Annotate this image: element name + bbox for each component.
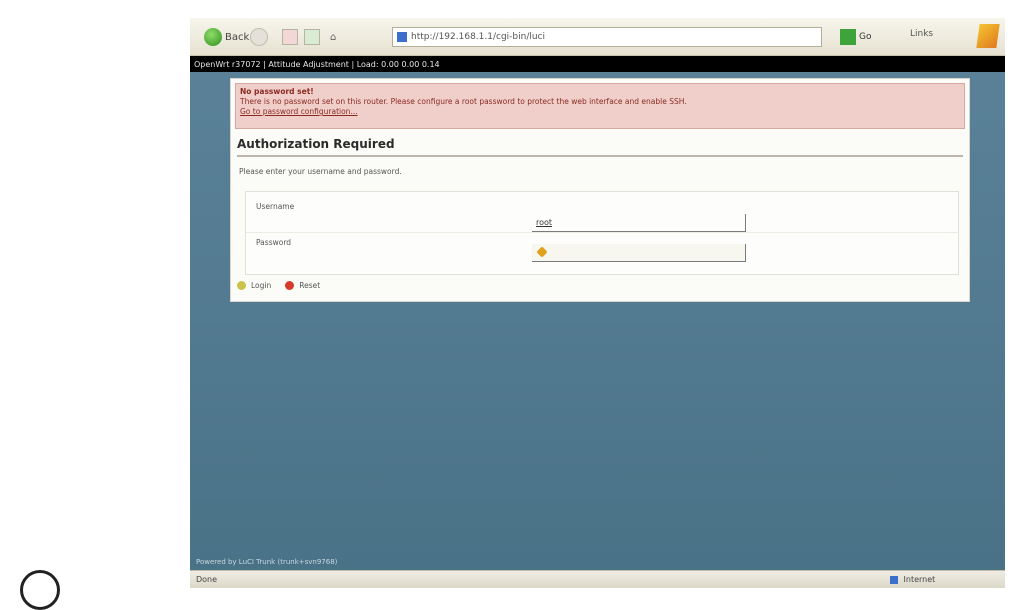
forward-arrow-icon bbox=[250, 28, 268, 46]
reset-label: Reset bbox=[299, 281, 321, 290]
alert-title: No password set! bbox=[240, 87, 314, 96]
links-label[interactable]: Links bbox=[910, 29, 933, 39]
login-panel: No password set! There is no password se… bbox=[230, 78, 970, 302]
home-icon: ⌂ bbox=[330, 31, 337, 43]
back-button[interactable]: Back bbox=[204, 26, 249, 48]
no-password-alert: No password set! There is no password se… bbox=[235, 83, 965, 129]
page-background: No password set! There is no password se… bbox=[190, 72, 1005, 570]
go-button[interactable]: Go bbox=[840, 27, 871, 47]
corner-logo-icon bbox=[20, 570, 60, 610]
username-label: Username bbox=[256, 202, 295, 211]
login-button[interactable]: Login bbox=[237, 281, 271, 290]
page-icon bbox=[397, 32, 407, 42]
globe-icon bbox=[890, 575, 898, 584]
alert-text: There is no password set on this router.… bbox=[240, 97, 687, 106]
login-icon bbox=[237, 281, 246, 290]
password-config-link[interactable]: Go to password configuration... bbox=[240, 107, 960, 117]
router-header-text: OpenWrt r37072 | Attitude Adjustment | L… bbox=[194, 59, 440, 69]
forward-button[interactable] bbox=[250, 26, 268, 48]
home-button[interactable]: ⌂ bbox=[330, 26, 336, 48]
form-row-divider bbox=[246, 232, 958, 233]
go-arrow-icon bbox=[840, 29, 856, 45]
password-field[interactable] bbox=[532, 244, 746, 262]
password-label: Password bbox=[256, 238, 292, 247]
security-zone: Internet bbox=[890, 575, 935, 584]
page-title: Authorization Required bbox=[237, 137, 395, 151]
status-bar: Done Internet bbox=[190, 570, 1005, 588]
address-text: http://192.168.1.1/cgi-bin/luci bbox=[411, 32, 546, 42]
form-actions: Login Reset bbox=[237, 281, 334, 290]
windows-logo-icon bbox=[976, 24, 1000, 48]
login-description: Please enter your username and password. bbox=[239, 167, 402, 176]
key-icon bbox=[536, 246, 548, 258]
refresh-icon bbox=[304, 29, 320, 45]
powered-by-footer[interactable]: Powered by LuCI Trunk (trunk+svn9768) bbox=[196, 558, 337, 566]
status-text: Done bbox=[196, 575, 218, 584]
stop-button[interactable] bbox=[282, 26, 298, 48]
reset-icon bbox=[285, 281, 295, 290]
username-field[interactable]: root bbox=[532, 214, 746, 232]
reset-button[interactable]: Reset bbox=[285, 281, 320, 290]
username-value: root bbox=[536, 218, 553, 227]
login-label: Login bbox=[251, 281, 272, 290]
stop-icon bbox=[282, 29, 298, 45]
address-bar[interactable]: http://192.168.1.1/cgi-bin/luci bbox=[392, 27, 822, 47]
browser-window: Back ⌂ http://192.168.1.1/cgi-bin/luci G… bbox=[190, 18, 1005, 588]
browser-toolbar: Back ⌂ http://192.168.1.1/cgi-bin/luci G… bbox=[190, 18, 1005, 56]
zone-label: Internet bbox=[903, 575, 936, 584]
go-label: Go bbox=[859, 32, 872, 42]
back-arrow-icon bbox=[204, 28, 222, 46]
router-header-bar: OpenWrt r37072 | Attitude Adjustment | L… bbox=[190, 56, 1005, 72]
login-form: Username root Password bbox=[245, 191, 959, 275]
refresh-button[interactable] bbox=[304, 26, 320, 48]
heading-divider bbox=[237, 155, 963, 157]
back-label: Back bbox=[225, 31, 250, 43]
